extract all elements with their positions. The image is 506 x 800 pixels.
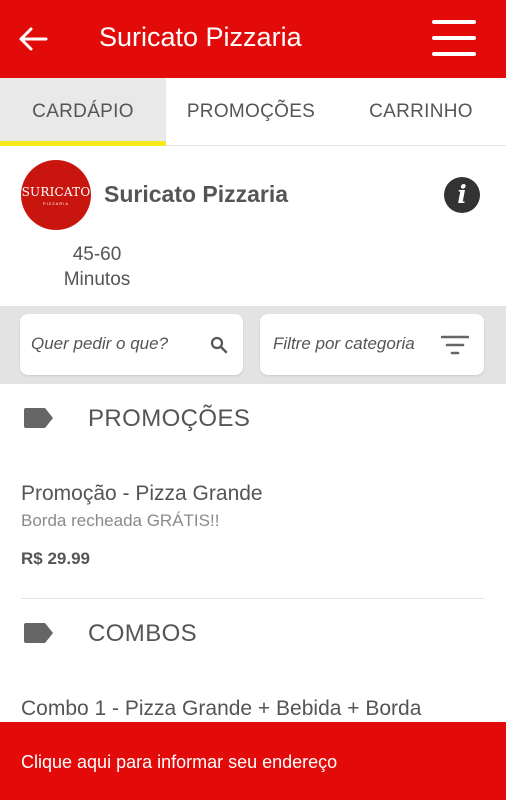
category-placeholder: Filtre por categoria xyxy=(273,334,415,353)
search-placeholder: Quer pedir o que? xyxy=(31,334,169,353)
shop-header: SURICATO PIZZARIA Suricato Pizzaria i 45… xyxy=(0,146,506,306)
menu-item[interactable]: Promoção - Pizza Grande Borda recheada G… xyxy=(0,470,506,598)
shop-logo: SURICATO PIZZARIA xyxy=(21,160,91,230)
category-filter[interactable]: Filtre por categoria xyxy=(260,314,484,375)
tag-icon xyxy=(24,623,53,643)
tab-bar: CARDÁPIO PROMOÇÕES CARRINHO xyxy=(0,78,506,146)
search-icon xyxy=(210,336,228,354)
logo-subtext: PIZZARIA xyxy=(42,201,69,206)
search-input[interactable]: Quer pedir o que? xyxy=(20,314,243,375)
address-banner[interactable]: Clique aqui para informar seu endereço xyxy=(0,722,506,800)
logo-text: SURICATO xyxy=(21,185,91,199)
app-title: Suricato Pizzaria xyxy=(99,22,302,52)
address-banner-text: Clique aqui para informar seu endereço xyxy=(21,752,338,772)
delivery-time-range: 45-60 xyxy=(72,244,122,265)
shop-name: Suricato Pizzaria xyxy=(104,181,289,207)
tag-icon xyxy=(24,408,53,428)
menu-item[interactable]: Combo 1 - Pizza Grande + Bebida + Borda xyxy=(0,685,506,722)
tab-cardapio[interactable]: CARDÁPIO xyxy=(0,78,166,146)
section-combos: COMBOS xyxy=(0,599,506,669)
delivery-time: 45-60 Minutos xyxy=(46,242,148,292)
tab-promocoes[interactable]: PROMOÇÕES xyxy=(166,78,336,146)
item-name: Combo 1 - Pizza Grande + Bebida + Borda xyxy=(21,697,422,720)
back-arrow-icon[interactable] xyxy=(16,22,50,56)
filter-icon xyxy=(441,335,469,355)
section-title: PROMOÇÕES xyxy=(88,405,251,432)
hamburger-menu-icon[interactable] xyxy=(432,20,476,56)
info-icon[interactable]: i xyxy=(444,177,480,213)
item-name: Promoção - Pizza Grande xyxy=(21,482,263,505)
section-title: COMBOS xyxy=(88,620,198,647)
tab-carrinho[interactable]: CARRINHO xyxy=(336,78,506,146)
filter-bar: Quer pedir o que? Filtre por categoria xyxy=(0,306,506,384)
app-bar: Suricato Pizzaria xyxy=(0,0,506,78)
section-promocoes: PROMOÇÕES xyxy=(0,384,506,454)
item-price: R$ 29.99 xyxy=(21,549,90,568)
item-description: Borda recheada GRÁTIS!! xyxy=(21,511,220,530)
delivery-time-unit: Minutos xyxy=(63,269,131,290)
